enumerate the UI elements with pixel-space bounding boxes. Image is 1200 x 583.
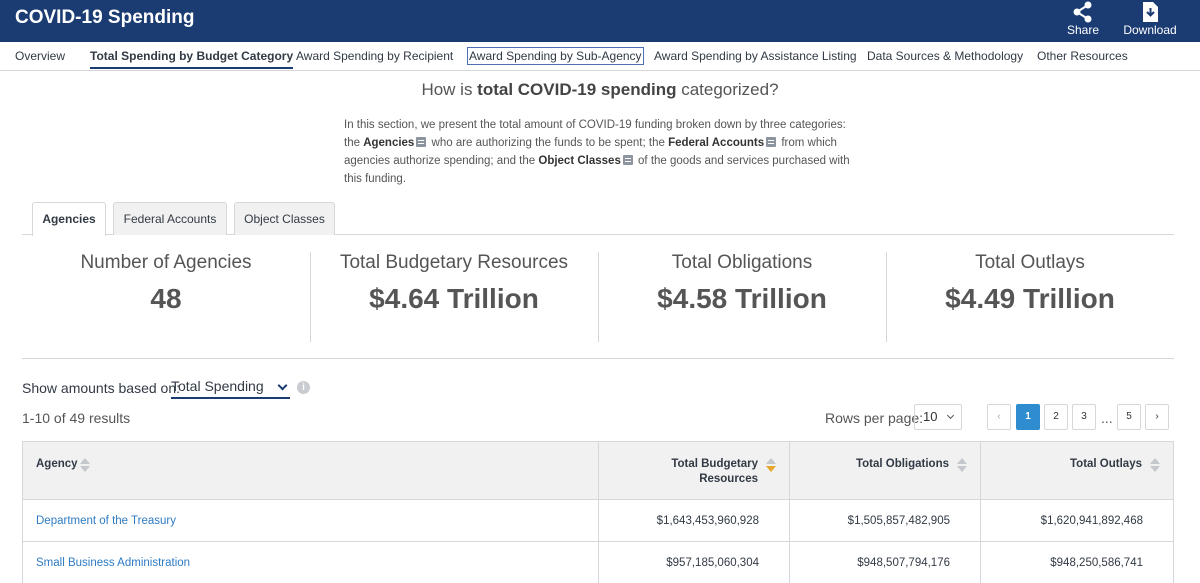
amount-type-select[interactable]: Total Spending: [171, 378, 290, 399]
prev-page-button[interactable]: ‹: [987, 404, 1011, 430]
outlays-cell: $948,250,586,741: [1050, 557, 1143, 569]
tab-agencies[interactable]: Agencies: [32, 202, 106, 236]
stat-total-outlays: Total Outlays $4.49 Trillion: [886, 252, 1174, 315]
results-count: 1-10 of 49 results: [22, 410, 131, 426]
page-button-5[interactable]: 5: [1117, 404, 1141, 430]
stat-total-obligations: Total Obligations $4.58 Trillion: [598, 252, 886, 315]
column-header-total-budgetary-resources[interactable]: Total Budgetary Resources: [599, 442, 790, 500]
nav-award-spending-by-sub-agency[interactable]: Award Spending by Sub-Agency: [467, 47, 644, 65]
rows-per-page-value: 10: [923, 409, 938, 424]
download-icon: [1143, 2, 1158, 22]
table-row: Department of the Treasury $1,643,453,96…: [23, 500, 1173, 542]
next-page-button[interactable]: ›: [1145, 404, 1169, 430]
share-icon: [1073, 1, 1092, 23]
chevron-down-icon: [277, 380, 288, 391]
page-button-3[interactable]: 3: [1072, 404, 1096, 430]
column-header-total-outlays[interactable]: Total Outlays: [981, 442, 1173, 500]
nav-award-spending-by-recipient[interactable]: Award Spending by Recipient: [296, 49, 453, 63]
stat-label: Total Obligations: [671, 252, 813, 273]
tab-federal-accounts[interactable]: Federal Accounts: [113, 202, 227, 235]
glossary-icon[interactable]: [766, 137, 777, 147]
agency-cell: Small Business Administration: [23, 542, 599, 583]
outlays-cell: $1,620,941,892,468: [1040, 515, 1143, 527]
budgetary-cell: $957,185,060,304: [599, 542, 790, 583]
stat-value: $4.58 Trillion: [657, 283, 827, 314]
stat-value: $4.64 Trillion: [369, 283, 539, 314]
stat-total-budgetary-resources: Total Budgetary Resources $4.64 Trillion: [310, 252, 598, 315]
sort-icon[interactable]: [957, 458, 967, 473]
section-description: In this section, we present the total am…: [344, 119, 850, 185]
table-header: Agency Total Budgetary Resources Total Ob…: [23, 442, 1173, 500]
section-question: How is total COVID-19 spending categoriz…: [421, 80, 779, 99]
glossary-icon[interactable]: [622, 155, 633, 165]
page-button-2[interactable]: 2: [1044, 404, 1068, 430]
pagination-ellipsis: ...: [1101, 410, 1113, 426]
stat-value: $4.49 Trillion: [945, 283, 1115, 314]
term-object-classes: Object Classes: [538, 155, 621, 167]
download-button[interactable]: Download: [1118, 0, 1182, 42]
stat-label: Number of Agencies: [80, 252, 252, 273]
amount-type-value: Total Spending: [171, 378, 264, 394]
sort-icon[interactable]: [80, 458, 90, 473]
term-federal-accounts: Federal Accounts: [668, 137, 765, 149]
page-button-1[interactable]: 1: [1016, 404, 1040, 430]
table-row: Small Business Administration $957,185,0…: [23, 542, 1173, 583]
sort-desc-icon[interactable]: [766, 458, 776, 473]
download-label: Download: [1123, 23, 1177, 37]
tab-object-classes[interactable]: Object Classes: [234, 202, 335, 235]
rows-per-page-select[interactable]: 10: [914, 404, 962, 430]
obligations-cell: $948,507,794,176: [790, 542, 981, 583]
chevron-down-icon: [946, 411, 955, 420]
page-title: COVID-19 Spending: [15, 7, 195, 28]
column-header-agency[interactable]: Agency: [23, 442, 599, 500]
nav-overview[interactable]: Overview: [15, 49, 65, 63]
agencies-table: Agency Total Budgetary Resources Total Ob…: [22, 441, 1174, 583]
agency-cell: Department of the Treasury: [23, 500, 599, 542]
stat-value: 48: [150, 283, 182, 314]
column-header-total-obligations[interactable]: Total Obligations: [790, 442, 981, 500]
glossary-icon[interactable]: [416, 137, 427, 147]
stat-label: Total Outlays: [975, 252, 1085, 273]
term-agencies: Agencies: [363, 137, 415, 149]
sort-icon[interactable]: [1150, 458, 1160, 473]
show-amounts-label: Show amounts based on:: [22, 380, 180, 396]
obligations-cell: $1,505,857,482,905: [790, 500, 981, 542]
stat-number-of-agencies: Number of Agencies 48: [22, 252, 310, 315]
nav-data-sources-methodology[interactable]: Data Sources & Methodology: [867, 49, 1023, 63]
section-nav: Overview Total Spending by Budget Catego…: [0, 42, 1200, 71]
nav-award-spending-by-assistance-listing[interactable]: Award Spending by Assistance Listing: [654, 49, 857, 63]
share-button[interactable]: Share: [1051, 0, 1115, 42]
agency-link[interactable]: Department of the Treasury: [36, 515, 176, 527]
info-icon[interactable]: i: [297, 381, 310, 394]
share-label: Share: [1066, 23, 1100, 37]
stat-label: Total Budgetary Resources: [339, 252, 569, 273]
summary-divider: [22, 358, 1174, 359]
nav-other-resources[interactable]: Other Resources: [1037, 49, 1128, 63]
budgetary-cell: $1,643,453,960,928: [599, 500, 790, 542]
rows-per-page-label: Rows per page:: [825, 410, 924, 426]
nav-total-spending-by-budget-category[interactable]: Total Spending by Budget Category: [90, 49, 294, 69]
agency-link[interactable]: Small Business Administration: [36, 557, 190, 569]
app-header: COVID-19 Spending Share Download: [0, 0, 1200, 42]
